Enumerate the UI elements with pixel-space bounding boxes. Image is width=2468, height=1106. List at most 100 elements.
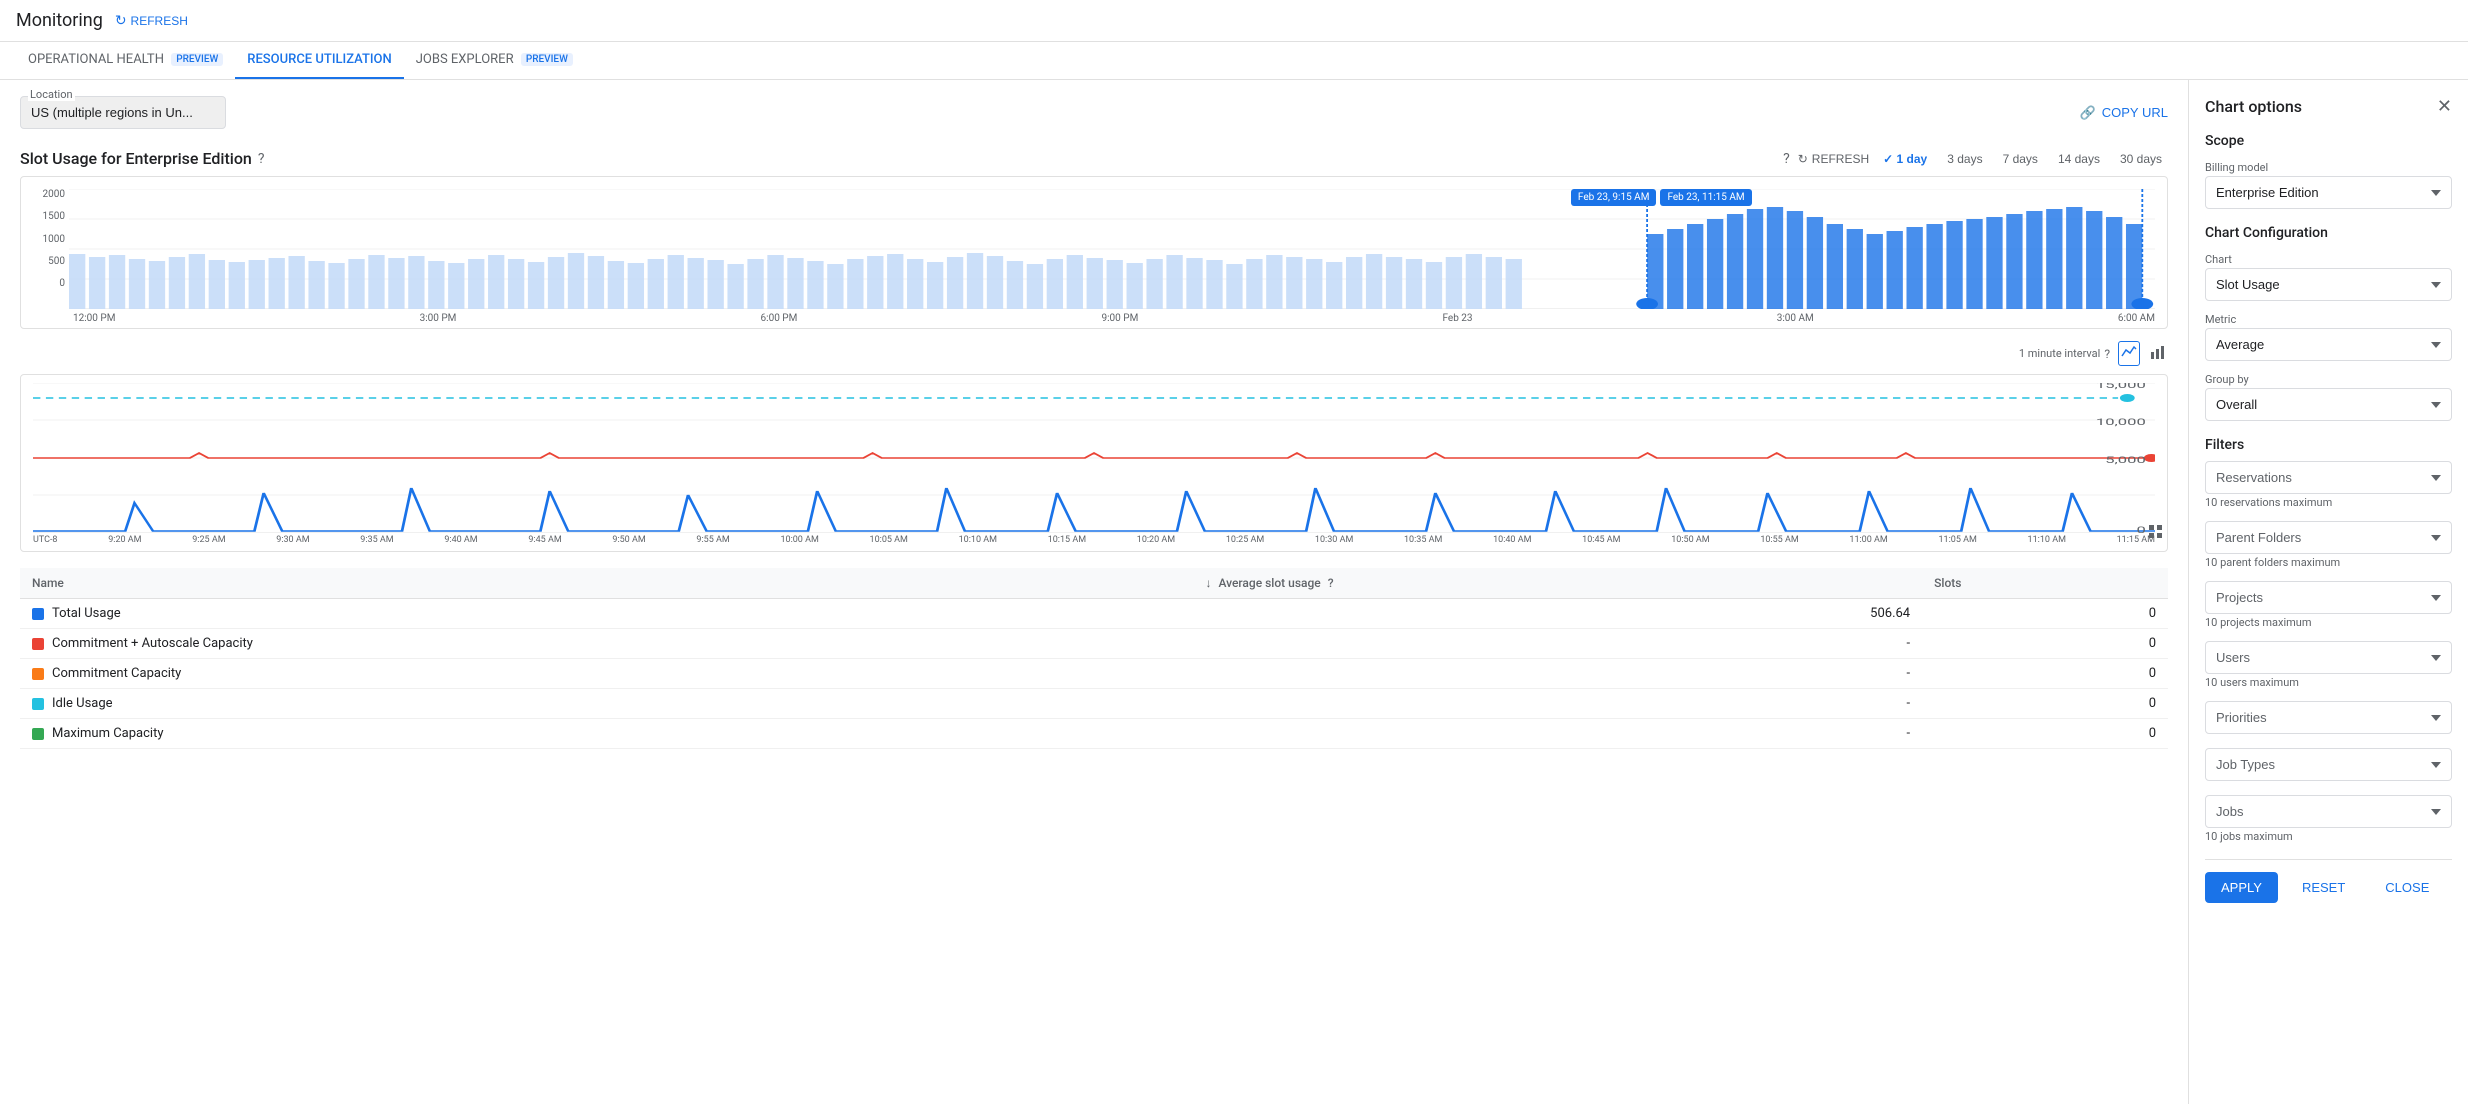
tab-resource-utilization[interactable]: RESOURCE UTILIZATION (235, 42, 403, 79)
bar-chart-svg-wrap[interactable]: var bars = []; var heights = [55,50,52,4… (69, 189, 2155, 309)
table-row: Idle Usage - 0 (20, 689, 2168, 719)
time-range-14days[interactable]: 14 days (2052, 150, 2106, 168)
jobs-select[interactable]: Jobs (2205, 795, 2452, 828)
reservations-hint: 10 reservations maximum (2205, 496, 2452, 509)
lc-time-19: 10:50 AM (1671, 535, 1709, 545)
lc-time-20: 10:55 AM (1760, 535, 1798, 545)
content-area: Location US (multiple regions in Un... E… (0, 80, 2188, 1104)
app-title: Monitoring (16, 10, 103, 31)
job-types-select[interactable]: Job Types (2205, 748, 2452, 781)
color-dot-1 (32, 638, 44, 650)
close-button[interactable]: CLOSE (2369, 872, 2445, 903)
lc-time-18: 10:45 AM (1582, 535, 1620, 545)
group-by-label: Group by (2205, 373, 2452, 386)
table-row: Maximum Capacity - 0 (20, 719, 2168, 749)
row-1-slots: 0 (1922, 629, 2168, 659)
location-select-wrap: Location US (multiple regions in Un... E… (20, 96, 226, 129)
panel-footer: APPLY RESET CLOSE (2205, 859, 2452, 903)
line-chart-svg-wrap[interactable]: 15,000 10,000 5,000 0 (33, 383, 2155, 533)
data-table: Name ↓ Average slot usage ? Slots (20, 568, 2168, 749)
svg-text:15,000: 15,000 (2096, 383, 2146, 391)
time-label-5: 3:00 AM (1777, 313, 1814, 324)
group-by-field: Group by Overall Reservation Project Use… (2205, 373, 2452, 421)
lc-time-6: 9:45 AM (528, 535, 561, 545)
table-row: Commitment Capacity - 0 (20, 659, 2168, 689)
row-2-name: Commitment Capacity (20, 659, 1193, 689)
row-0-slots: 0 (1922, 599, 2168, 629)
lc-time-0: UTC-8 (33, 535, 58, 545)
metric-label: Metric (2205, 313, 2452, 326)
line-chart-inner: 15,000 10,000 5,000 0 (33, 383, 2155, 533)
lc-time-14: 10:25 AM (1226, 535, 1264, 545)
lc-time-21: 11:00 AM (1849, 535, 1887, 545)
svg-text:0: 0 (2136, 526, 2145, 533)
filters-title: Filters (2205, 437, 2452, 453)
table-row: Total Usage 506.64 0 (20, 599, 2168, 629)
tooltip-left: Feb 23, 9:15 AM (1571, 189, 1657, 206)
billing-model-select[interactable]: Enterprise Edition Standard Premium (2205, 176, 2452, 209)
y-label-2000: 2000 (33, 189, 65, 200)
y-label-1000: 1000 (33, 234, 65, 245)
refresh-icon-2: ↻ (1798, 152, 1808, 166)
line-chart-type-button[interactable] (2118, 341, 2140, 366)
color-dot-4 (32, 728, 44, 740)
lc-time-5: 9:40 AM (444, 535, 477, 545)
projects-select[interactable]: Projects (2205, 581, 2452, 614)
time-range-30days[interactable]: 30 days (2114, 150, 2168, 168)
row-3-slots: 0 (1922, 689, 2168, 719)
row-3-avg: - (1193, 689, 1922, 719)
priorities-select[interactable]: Priorities (2205, 701, 2452, 734)
interval-help-icon[interactable]: ? (2104, 347, 2110, 361)
metric-select[interactable]: Average Maximum Minimum (2205, 328, 2452, 361)
time-range-1day[interactable]: ✓ 1 day (1877, 150, 1933, 168)
time-range-7days[interactable]: 7 days (1997, 150, 2044, 168)
chart-toolbar: 1 minute interval ? (20, 337, 2168, 374)
lc-time-11: 10:10 AM (959, 535, 997, 545)
legend-cell-3: Idle Usage (32, 696, 1181, 711)
legend-cell-1: Commitment + Autoscale Capacity (32, 636, 1181, 651)
top-bar: Monitoring ↻ REFRESH (0, 0, 2468, 42)
lc-time-2: 9:25 AM (192, 535, 225, 545)
panel-header: Chart options ✕ (2205, 96, 2452, 117)
refresh-icon: ↻ (115, 12, 127, 29)
y-label-1500: 1500 (33, 211, 65, 222)
help-icon[interactable]: ? (258, 151, 265, 167)
chart-select[interactable]: Slot Usage Job Count Job Latency (2205, 268, 2452, 301)
info-icon[interactable]: ? (1328, 576, 1334, 590)
filter-jobs: Jobs 10 jobs maximum (2205, 795, 2452, 843)
apply-button[interactable]: APPLY (2205, 872, 2278, 903)
jobs-hint: 10 jobs maximum (2205, 830, 2452, 843)
line-chart-icon (2121, 344, 2137, 360)
lc-time-15: 10:30 AM (1315, 535, 1353, 545)
bar-chart-svg: var bars = []; var heights = [55,50,52,4… (69, 189, 2155, 309)
time-range-3days[interactable]: 3 days (1941, 150, 1988, 168)
panel-title: Chart options (2205, 97, 2302, 116)
tab-operational-health[interactable]: OPERATIONAL HEALTH PREVIEW (16, 42, 235, 79)
link-icon: 🔗 (2080, 105, 2096, 121)
svg-text:10,000: 10,000 (2096, 418, 2146, 428)
location-label: Location (28, 88, 75, 101)
line-chart-time-labels: UTC-8 9:20 AM 9:25 AM 9:30 AM 9:35 AM 9:… (33, 533, 2155, 551)
refresh-button[interactable]: ↻ REFRESH (115, 12, 188, 29)
users-select[interactable]: Users (2205, 641, 2452, 674)
help-icon-2[interactable]: ? (1783, 151, 1790, 167)
close-x-button[interactable]: ✕ (2437, 96, 2452, 117)
bar-chart-type-button[interactable] (2148, 342, 2168, 365)
col-avg-slot-usage[interactable]: ↓ Average slot usage ? (1193, 568, 1922, 599)
col-slots: Slots (1922, 568, 2168, 599)
legend-cell-4: Maximum Capacity (32, 726, 1181, 741)
group-by-select[interactable]: Overall Reservation Project User (2205, 388, 2452, 421)
row-2-avg: - (1193, 659, 1922, 689)
row-2-slots: 0 (1922, 659, 2168, 689)
copy-url-button[interactable]: 🔗 COPY URL (2080, 105, 2168, 121)
parent-folders-select[interactable]: Parent Folders (2205, 521, 2452, 554)
reset-button[interactable]: RESET (2286, 872, 2361, 903)
line-chart-svg: 15,000 10,000 5,000 0 (33, 383, 2155, 533)
interval-label: 1 minute interval (2019, 347, 2100, 360)
tab-jobs-explorer[interactable]: JOBS EXPLORER PREVIEW (404, 42, 585, 79)
row-0-name: Total Usage (20, 599, 1193, 629)
tooltip-group: Feb 23, 9:15 AM Feb 23, 11:15 AM (1571, 189, 1752, 206)
lc-time-23: 11:10 AM (2028, 535, 2066, 545)
chart-refresh-button[interactable]: ↻ REFRESH (1798, 152, 1869, 166)
reservations-select[interactable]: Reservations (2205, 461, 2452, 494)
